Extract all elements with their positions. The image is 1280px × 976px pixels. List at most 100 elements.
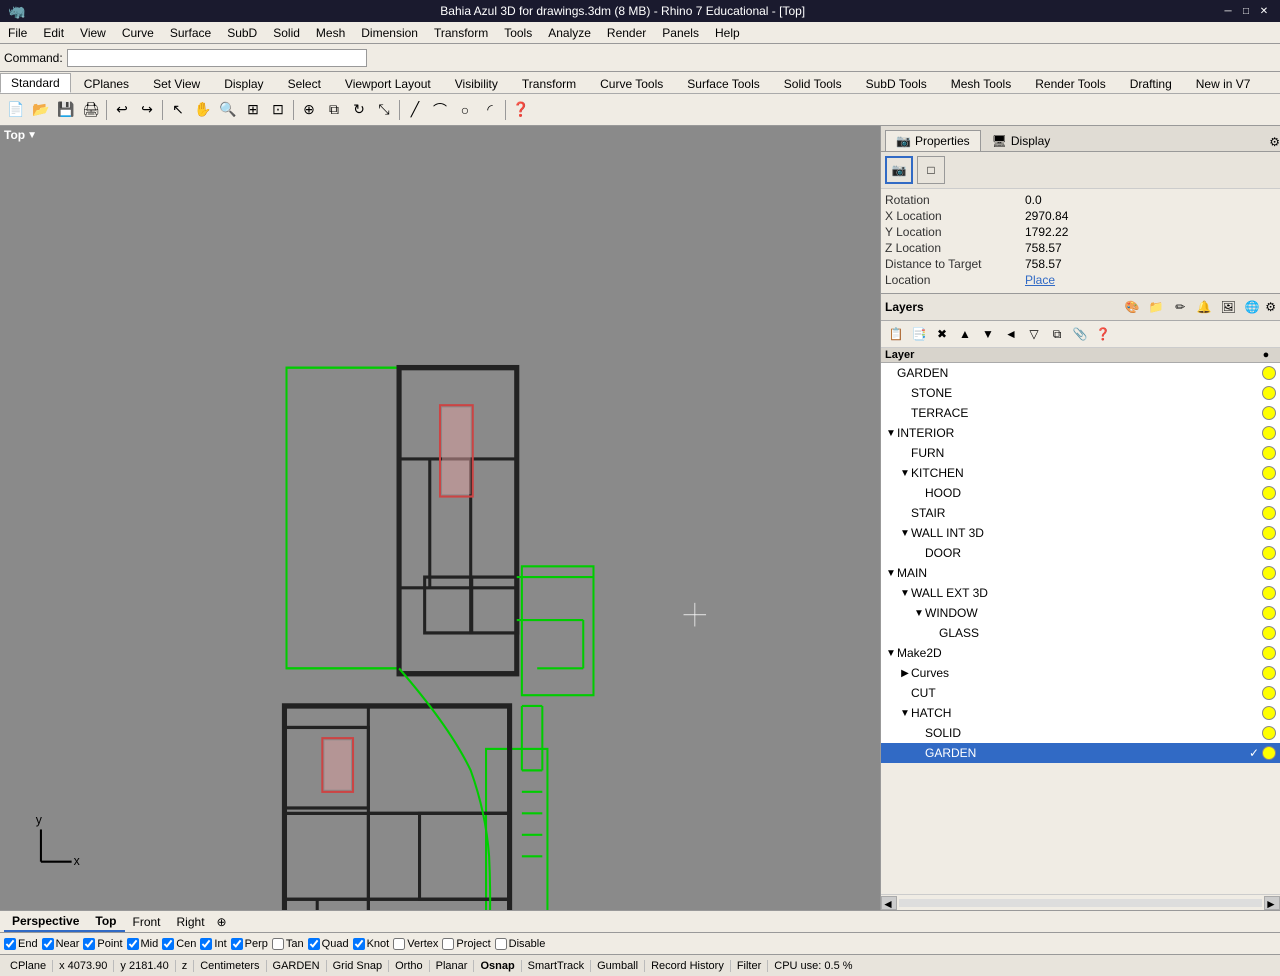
osnap-item-end[interactable]: End [4,938,38,950]
move-down-icon[interactable]: ▼ [977,323,999,345]
toolbar-tab-surface-tools[interactable]: Surface Tools [676,74,771,93]
viewport-dropdown-icon[interactable]: ▼ [27,130,37,141]
layer-row[interactable]: ▼Make2D [881,643,1280,663]
layer-row[interactable]: HOOD [881,483,1280,503]
add-viewport-icon[interactable]: ⊕ [217,915,227,929]
layer-row[interactable]: ▶Curves [881,663,1280,683]
layer-row[interactable]: ▼HATCH [881,703,1280,723]
zoom-sel-icon[interactable]: ⊡ [266,98,290,122]
layer-row[interactable]: SOLID [881,723,1280,743]
menu-item-tools[interactable]: Tools [496,24,540,42]
menu-item-file[interactable]: File [0,24,35,42]
layer-row[interactable]: DOOR [881,543,1280,563]
osnap-checkbox-cen[interactable] [162,938,174,950]
layer-row[interactable]: TERRACE [881,403,1280,423]
osnap-checkbox-perp[interactable] [231,938,243,950]
gumball-status[interactable]: Gumball [591,960,645,972]
viewport[interactable]: Top ▼ [0,126,880,910]
osnap-checkbox-disable[interactable] [495,938,507,950]
osnap-checkbox-knot[interactable] [353,938,365,950]
toolbar-tab-curve-tools[interactable]: Curve Tools [589,74,674,93]
layer-row[interactable]: ▼KITCHEN [881,463,1280,483]
layer-color-dot[interactable] [1262,606,1276,620]
layer-row[interactable]: ▼INTERIOR [881,423,1280,443]
layer-color-dot[interactable] [1262,386,1276,400]
osnap-item-cen[interactable]: Cen [162,938,196,950]
layer-color-dot[interactable] [1262,586,1276,600]
osnap-checkbox-int[interactable] [200,938,212,950]
osnap-checkbox-mid[interactable] [127,938,139,950]
tab-right[interactable]: Right [169,913,213,931]
tab-top[interactable]: Top [87,912,124,932]
menu-item-view[interactable]: View [72,24,114,42]
circle-icon[interactable]: ○ [453,98,477,122]
layer-color-dot[interactable] [1262,746,1276,760]
record-history-status[interactable]: Record History [645,960,731,972]
layer-color-dot[interactable] [1262,646,1276,660]
layer-color-dot[interactable] [1262,446,1276,460]
layer-color-dot[interactable] [1262,726,1276,740]
layer-expand-icon[interactable]: ▼ [899,708,911,719]
maximize-button[interactable]: □ [1238,3,1254,19]
save-icon[interactable]: 💾 [54,98,78,122]
move-icon[interactable]: ⊕ [297,98,321,122]
osnap-checkbox-quad[interactable] [308,938,320,950]
new-layer-icon[interactable]: 📋 [885,323,907,345]
layer-color-dot[interactable] [1262,426,1276,440]
layer-expand-icon[interactable]: ▼ [885,568,897,579]
layer-color-dot[interactable] [1262,706,1276,720]
osnap-item-mid[interactable]: Mid [127,938,159,950]
layer-pencil-icon[interactable]: ✏ [1169,296,1191,318]
scroll-left-arrow[interactable]: ◄ [881,896,897,910]
layer-expand-icon[interactable]: ▼ [899,468,911,479]
object-type-button[interactable]: □ [917,156,945,184]
osnap-checkbox-near[interactable] [42,938,54,950]
panel-settings-icon[interactable]: ⚙ [1269,135,1280,149]
layer-color-dot[interactable] [1262,406,1276,420]
osnap-item-point[interactable]: Point [83,938,122,950]
layer-bell-icon[interactable]: 🔔 [1193,296,1215,318]
pan-icon[interactable]: ✋ [191,98,215,122]
layer-row[interactable]: GARDEN [881,363,1280,383]
scale-icon[interactable]: ⤡ [372,98,396,122]
toolbar-tab-new-in-v7[interactable]: New in V7 [1185,74,1262,93]
rotate-icon[interactable]: ↻ [347,98,371,122]
layer-color-dot[interactable] [1262,566,1276,580]
menu-item-render[interactable]: Render [599,24,654,42]
osnap-item-int[interactable]: Int [200,938,226,950]
toolbar-tab-viewport-layout[interactable]: Viewport Layout [334,74,442,93]
filter-icon[interactable]: ▽ [1023,323,1045,345]
toolbar-tab-render-tools[interactable]: Render Tools [1024,74,1117,93]
redo-icon[interactable]: ↪ [135,98,159,122]
layer-row[interactable]: STONE [881,383,1280,403]
print-icon[interactable]: 🖨 [79,98,103,122]
layer-expand-icon[interactable]: ▼ [885,648,897,659]
copy-icon[interactable]: ⧉ [322,98,346,122]
toolbar-tab-mesh-tools[interactable]: Mesh Tools [940,74,1022,93]
tab-display[interactable]: 🖥 Display [981,130,1062,151]
scrollbar-track[interactable] [899,899,1262,907]
osnap-checkbox-vertex[interactable] [393,938,405,950]
layer-list-container[interactable]: GARDENSTONETERRACE▼INTERIORFURN▼KITCHENH… [881,363,1280,894]
toolbar-tab-standard[interactable]: Standard [0,73,71,93]
new-file-icon[interactable]: 📄 [4,98,28,122]
osnap-checkbox-tan[interactable] [272,938,284,950]
smarttrack-status[interactable]: SmartTrack [522,960,591,972]
toolbar-tab-transform[interactable]: Transform [511,74,587,93]
zoom-ext-icon[interactable]: ⊞ [241,98,265,122]
toolbar-tab-set-view[interactable]: Set View [142,74,211,93]
layer-row[interactable]: FURN [881,443,1280,463]
tab-front[interactable]: Front [125,913,169,931]
menu-item-surface[interactable]: Surface [162,24,219,42]
menu-item-help[interactable]: Help [707,24,748,42]
move-left-icon[interactable]: ◄ [1000,323,1022,345]
toolbar-tab-visibility[interactable]: Visibility [444,74,509,93]
zoom-in-icon[interactable]: 🔍 [216,98,240,122]
toolbar-tab-subd-tools[interactable]: SubD Tools [855,74,938,93]
camera-type-button[interactable]: 📷 [885,156,913,184]
toolbar-tab-drafting[interactable]: Drafting [1119,74,1183,93]
layer-image-icon[interactable]: 🖼 [1217,296,1239,318]
osnap-status[interactable]: Osnap [474,960,521,972]
toolbar-tab-cplanes[interactable]: CPlanes [73,74,140,93]
layer-row[interactable]: ▼MAIN [881,563,1280,583]
